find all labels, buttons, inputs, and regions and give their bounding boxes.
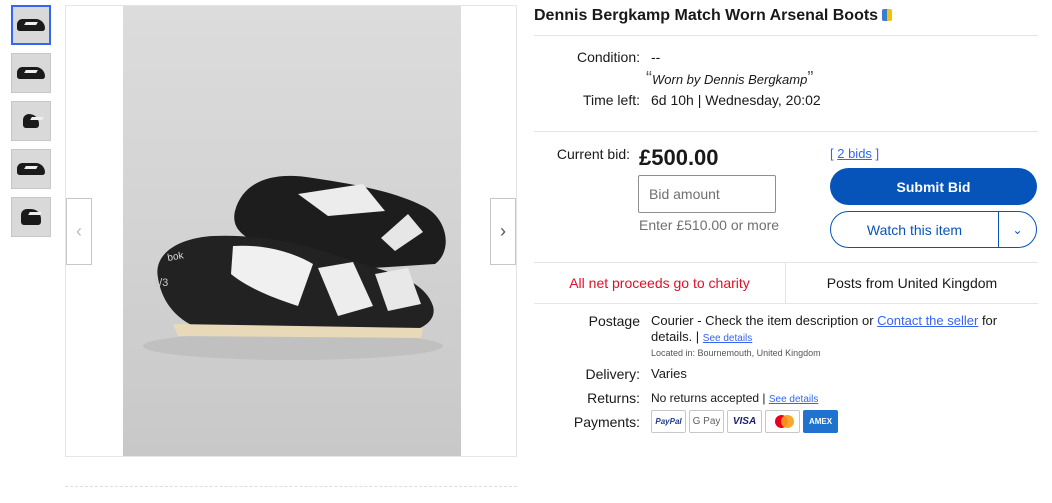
thumbnail-3[interactable]	[11, 101, 51, 141]
bid-hint: Enter £510.00 or more	[639, 217, 780, 233]
svg-text:1/3: 1/3	[153, 277, 168, 289]
delivery-label: Delivery:	[585, 366, 640, 382]
listing-title: Dennis Bergkamp Match Worn Arsenal Boots	[534, 6, 1044, 26]
boot-thumbnail-image	[17, 67, 45, 79]
divider	[65, 486, 517, 487]
divider	[534, 131, 1038, 132]
condition-quote-text: Worn by Dennis Bergkamp	[652, 72, 808, 87]
google-pay-icon: G Pay	[689, 410, 724, 433]
close-quote: ”	[807, 68, 814, 88]
contact-seller-link[interactable]: Contact the seller	[877, 313, 978, 328]
ribbon-icon	[882, 9, 893, 21]
returns-text: No returns accepted |	[651, 391, 769, 405]
previous-image-button[interactable]: ‹	[66, 198, 92, 265]
condition-value: --	[651, 49, 661, 65]
returns-see-details-link[interactable]: See details	[769, 394, 818, 405]
time-left-label: Time left:	[582, 92, 640, 108]
current-bid-label: Current bid:	[556, 146, 630, 162]
bid-count: [ 2 bids ]	[830, 146, 879, 161]
watch-item-button[interactable]: Watch this item	[831, 212, 999, 247]
mastercard-icon	[765, 410, 800, 433]
thumbnail-5[interactable]	[11, 197, 51, 237]
boot-thumbnail-image	[17, 19, 45, 31]
current-bid-price: £500.00	[639, 145, 719, 170]
visa-icon: VISA	[727, 410, 762, 433]
payment-methods: PayPal G Pay VISA AMEX	[651, 410, 838, 433]
thumbnail-strip	[11, 5, 51, 245]
postage-value: Courier - Check the item description or …	[651, 313, 1041, 347]
bid-amount-input[interactable]	[638, 175, 776, 213]
bid-history-link[interactable]: 2 bids	[837, 146, 872, 161]
chevron-right-icon: ›	[500, 221, 506, 241]
submit-bid-button[interactable]: Submit Bid	[830, 168, 1037, 205]
listing-title-text: Dennis Bergkamp Match Worn Arsenal Boots	[534, 7, 879, 24]
postage-text: Courier - Check the item description or	[651, 313, 878, 328]
boot-thumbnail-image	[17, 163, 45, 175]
end-time: Wednesday, 20:02	[705, 92, 821, 108]
postage-see-details-link[interactable]: See details	[703, 333, 752, 344]
next-image-button[interactable]: ›	[490, 198, 516, 265]
condition-quote: “Worn by Dennis Bergkamp”	[646, 68, 813, 89]
postage-label: Postage	[588, 313, 640, 329]
image-gallery: bok 1/3 ‹ ›	[65, 5, 517, 457]
bids-suffix: ]	[871, 146, 880, 161]
chevron-down-icon: ⌄	[1012, 222, 1023, 237]
watch-dropdown-button[interactable]: ⌄	[999, 212, 1036, 247]
item-location: Located in: Bournemouth, United Kingdom	[651, 348, 821, 358]
info-banner: All net proceeds go to charity Posts fro…	[534, 262, 1038, 304]
payments-label: Payments:	[573, 414, 640, 430]
time-separator: |	[697, 92, 702, 108]
charity-notice: All net proceeds go to charity	[534, 263, 786, 303]
posts-from: Posts from United Kingdom	[826, 275, 998, 291]
time-left-value: 6d 10h | Wednesday, 20:02	[651, 92, 821, 108]
main-product-image[interactable]: bok 1/3	[123, 6, 461, 456]
amex-icon: AMEX	[803, 410, 838, 433]
time-left-duration: 6d 10h	[651, 92, 694, 108]
boots-photo: bok 1/3	[143, 175, 446, 360]
delivery-value: Varies	[651, 366, 687, 381]
returns-label: Returns:	[587, 390, 640, 406]
condition-label: Condition:	[576, 49, 640, 65]
boot-thumbnail-image	[23, 114, 39, 128]
watch-button-group: Watch this item ⌄	[830, 211, 1037, 248]
thumbnail-4[interactable]	[11, 149, 51, 189]
divider	[534, 35, 1038, 36]
returns-value: No returns accepted | See details	[651, 391, 818, 405]
boot-thumbnail-image	[21, 209, 41, 225]
thumbnail-1[interactable]	[11, 5, 51, 45]
paypal-icon: PayPal	[651, 410, 686, 433]
chevron-left-icon: ‹	[76, 221, 82, 241]
thumbnail-2[interactable]	[11, 53, 51, 93]
